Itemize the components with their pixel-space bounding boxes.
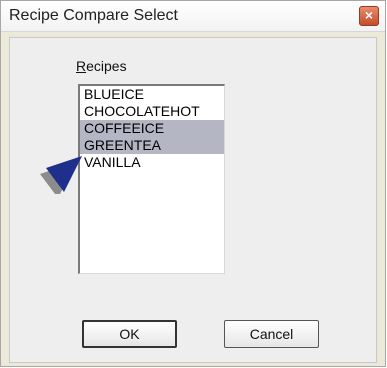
dialog-content: Recipes BLUEICE CHOCOLATEHOT COFFEEICE G… xyxy=(9,37,377,363)
recipes-label: Recipes xyxy=(76,58,127,74)
list-item[interactable]: CHOCOLATEHOT xyxy=(80,103,224,120)
list-item[interactable]: GREENTEA xyxy=(80,137,224,154)
close-button[interactable]: × xyxy=(359,6,379,26)
recipes-label-accesskey: R xyxy=(76,58,87,74)
list-item[interactable]: VANILLA xyxy=(80,154,224,171)
dialog-window: Recipe Compare Select × Recipes BLUEICE … xyxy=(0,0,386,367)
list-item[interactable]: BLUEICE xyxy=(80,86,224,103)
title-bar[interactable]: Recipe Compare Select × xyxy=(1,1,385,32)
ok-button[interactable]: OK xyxy=(82,320,177,348)
close-icon: × xyxy=(364,7,374,23)
arrow-pointer-icon xyxy=(40,156,82,194)
recipes-listbox[interactable]: BLUEICE CHOCOLATEHOT COFFEEICE GREENTEA … xyxy=(78,84,225,274)
list-item[interactable]: COFFEEICE xyxy=(80,120,224,137)
recipes-label-text: ecipes xyxy=(86,58,127,74)
cancel-button[interactable]: Cancel xyxy=(224,320,319,348)
window-title: Recipe Compare Select xyxy=(9,7,178,24)
